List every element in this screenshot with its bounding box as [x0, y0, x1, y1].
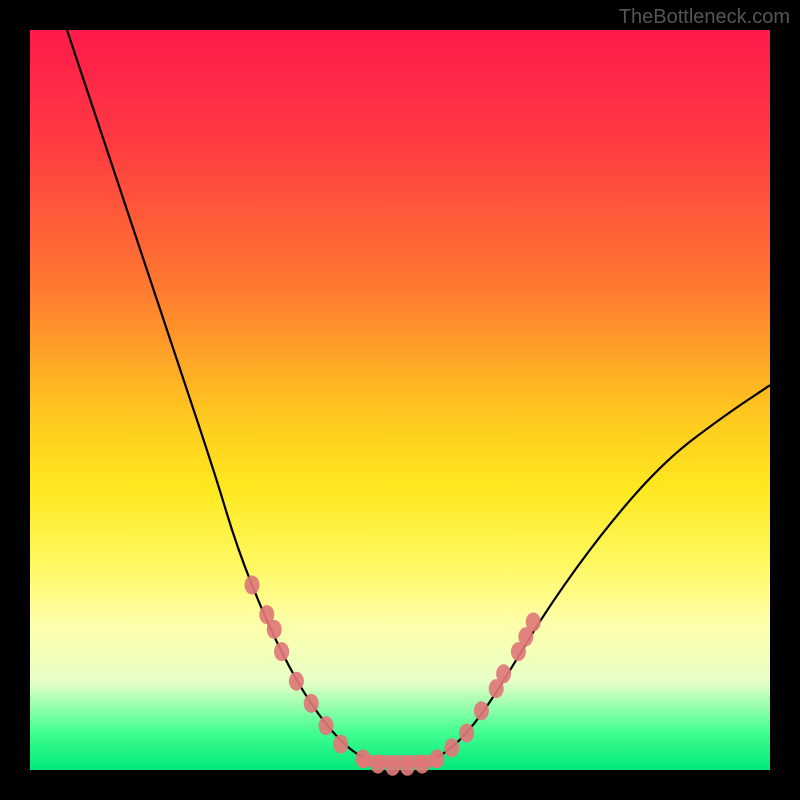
- data-marker: [289, 672, 304, 691]
- watermark-text: TheBottleneck.com: [619, 6, 790, 29]
- bottom-marker-band: [359, 755, 440, 767]
- chart-svg: [30, 30, 770, 770]
- data-marker: [526, 613, 541, 632]
- bottleneck-curve: [67, 30, 770, 766]
- data-marker: [304, 694, 319, 713]
- marker-layer: [245, 576, 541, 776]
- data-marker: [267, 620, 282, 639]
- curve-layer: [67, 30, 770, 766]
- data-marker: [459, 724, 474, 743]
- data-marker: [274, 642, 289, 661]
- data-marker: [319, 716, 334, 735]
- chart-plot-area: [30, 30, 770, 770]
- data-marker: [333, 735, 348, 754]
- data-marker: [474, 701, 489, 720]
- data-marker: [444, 738, 459, 757]
- data-marker: [496, 664, 511, 683]
- data-marker: [245, 576, 260, 595]
